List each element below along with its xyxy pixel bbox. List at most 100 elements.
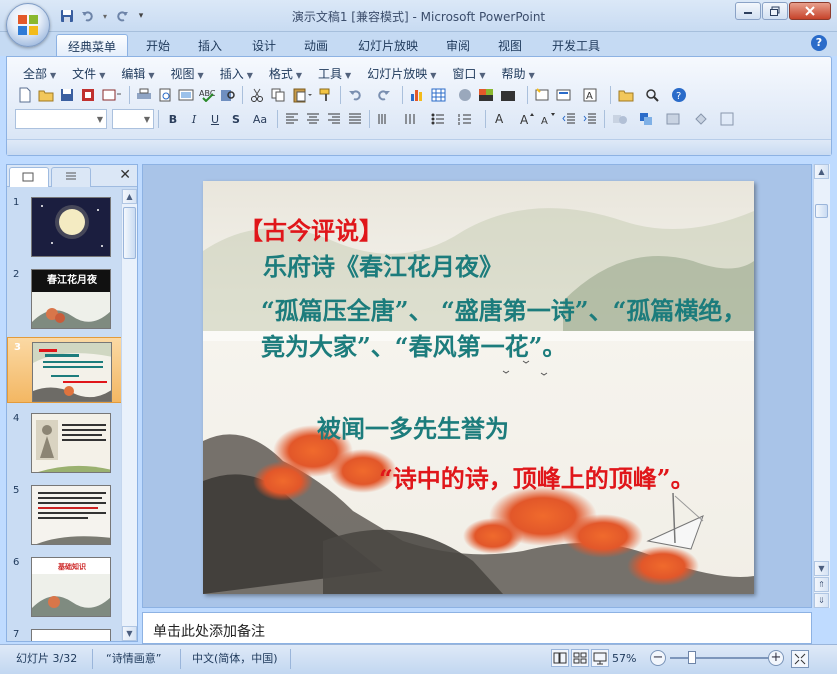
align-right-icon[interactable] <box>324 109 344 129</box>
tab-insert[interactable]: 插入 <box>188 34 232 56</box>
quick-styles-icon[interactable] <box>663 109 689 129</box>
email-icon[interactable] <box>99 85 125 105</box>
language-indicator[interactable]: 中文(简体，中国) <box>186 649 284 669</box>
redo-icon[interactable] <box>372 85 398 105</box>
decrease-indent-icon[interactable] <box>559 109 579 129</box>
paste-icon[interactable] <box>289 85 315 105</box>
scroll-up-icon[interactable]: ▲ <box>122 189 137 204</box>
research-icon[interactable] <box>218 85 238 105</box>
text-direction-icon[interactable] <box>374 109 400 129</box>
current-slide[interactable]: 【古今评说】 乐府诗《春江花月夜》 “孤篇压全唐”、 “盛唐第一诗”、“孤篇横绝… <box>203 181 754 594</box>
editor-scrollbar[interactable]: ▲ ▼ ⇑ ⇓ <box>813 164 830 608</box>
menu-all[interactable]: 全部 ▼ <box>15 63 64 84</box>
slide-quote[interactable]: “孤篇压全唐”、 “盛唐第一诗”、“孤篇横绝，竟为大家”、“春风第一花”。 <box>261 293 749 365</box>
previous-slide-icon[interactable]: ⇑ <box>814 577 829 592</box>
underline-button[interactable]: U <box>205 109 225 129</box>
align-center-icon[interactable] <box>303 109 323 129</box>
tab-home[interactable]: 开始 <box>136 34 180 56</box>
slides-pane-scrollbar[interactable]: ▲ ▼ <box>121 189 137 641</box>
shape-fill-icon[interactable] <box>690 109 716 129</box>
menu-file[interactable]: 文件 ▼ <box>64 63 113 84</box>
notes-pane[interactable]: 单击此处添加备注 <box>142 612 812 644</box>
fill-color-icon[interactable] <box>497 85 523 105</box>
menu-edit[interactable]: 编辑 ▼ <box>113 63 162 84</box>
outline-tab[interactable] <box>51 167 91 187</box>
slide-thumb-3[interactable]: 3 <box>7 337 123 403</box>
text-box-icon[interactable]: A <box>580 85 606 105</box>
slide-praise[interactable]: 被闻一多先生誉为 <box>317 409 509 444</box>
slide-thumb-1[interactable]: 1 <box>7 193 123 259</box>
menu-window[interactable]: 窗口 ▼ <box>444 63 493 84</box>
tab-animation[interactable]: 动画 <box>294 34 338 56</box>
scroll-thumb[interactable] <box>815 204 828 218</box>
scroll-up-icon[interactable]: ▲ <box>814 164 829 179</box>
slide-heading[interactable]: 【古今评说】 <box>239 211 383 246</box>
permission-icon[interactable] <box>78 85 98 105</box>
numbering-icon[interactable] <box>455 109 481 129</box>
menu-tools[interactable]: 工具 ▼ <box>310 63 359 84</box>
restore-button[interactable] <box>762 2 788 20</box>
office-button[interactable] <box>6 3 50 47</box>
print-preview-icon[interactable] <box>155 85 175 105</box>
tab-design[interactable]: 设计 <box>242 34 286 56</box>
spelling-icon[interactable]: ABC <box>197 85 217 105</box>
new-file-icon[interactable] <box>15 85 35 105</box>
text-shadow-button[interactable]: S <box>226 109 246 129</box>
bold-button[interactable]: B <box>163 109 183 129</box>
bullets-icon[interactable] <box>428 109 454 129</box>
align-left-icon[interactable] <box>282 109 302 129</box>
slide-subtitle[interactable]: 乐府诗《春江花月夜》 <box>263 247 503 282</box>
theme-name[interactable]: “诗情画意” <box>100 649 167 669</box>
zoom-slider[interactable] <box>670 657 770 659</box>
shape-outline-icon[interactable] <box>717 109 737 129</box>
normal-view-icon[interactable] <box>551 649 569 667</box>
help-circle-icon[interactable]: ? <box>669 85 689 105</box>
menu-help[interactable]: 帮助 ▼ <box>494 63 543 84</box>
slide-famous-quote[interactable]: “诗中的诗，顶峰上的顶峰”。 <box>379 459 695 494</box>
tab-developer[interactable]: 开发工具 <box>542 34 610 56</box>
insert-chart-icon[interactable] <box>407 85 427 105</box>
tab-classic-menu[interactable]: 经典菜单 <box>56 34 128 56</box>
color-grayscale-icon[interactable] <box>476 85 496 105</box>
slide-thumb-4[interactable]: 4 <box>7 409 123 475</box>
close-pane-icon[interactable]: ✕ <box>119 167 131 183</box>
tab-slideshow[interactable]: 幻灯片放映 <box>348 34 428 56</box>
menu-slideshow[interactable]: 幻灯片放映 ▼ <box>359 63 444 84</box>
slide-thumb-5[interactable]: 5 <box>7 481 123 547</box>
change-case-button[interactable]: Aa <box>247 109 273 129</box>
zoom-in-icon[interactable]: + <box>768 650 784 666</box>
close-button[interactable] <box>789 2 831 20</box>
arrange-icon[interactable] <box>636 109 662 129</box>
justify-icon[interactable] <box>345 109 365 129</box>
copy-icon[interactable] <box>268 85 288 105</box>
increase-font-icon[interactable]: A <box>517 109 537 129</box>
clipart-icon[interactable] <box>455 85 475 105</box>
zoom-percentage[interactable]: 57% <box>612 649 636 669</box>
scroll-down-icon[interactable]: ▼ <box>814 561 829 576</box>
slide-thumb-7[interactable]: 7 <box>7 625 123 641</box>
cut-icon[interactable] <box>247 85 267 105</box>
font-name-combo[interactable]: ▼ <box>15 109 107 129</box>
undo-icon[interactable] <box>345 85 371 105</box>
open-folder-icon[interactable] <box>36 85 56 105</box>
next-slide-icon[interactable]: ⇓ <box>814 593 829 608</box>
align-text-icon[interactable] <box>401 109 427 129</box>
slides-tab[interactable] <box>9 167 49 187</box>
menu-view[interactable]: 视图 ▼ <box>163 63 212 84</box>
increase-indent-icon[interactable] <box>580 109 600 129</box>
slide-view-icon[interactable] <box>176 85 196 105</box>
help-icon[interactable]: ? <box>811 35 827 51</box>
layout-icon[interactable] <box>553 85 579 105</box>
scroll-down-icon[interactable]: ▼ <box>122 626 137 641</box>
font-size-combo[interactable]: ▼ <box>112 109 154 129</box>
slideshow-view-icon[interactable] <box>591 649 609 667</box>
slide-thumb-2[interactable]: 2 春江花月夜 <box>7 265 123 331</box>
format-painter-icon[interactable] <box>316 85 336 105</box>
slide-sorter-icon[interactable] <box>571 649 589 667</box>
menu-insert[interactable]: 插入 ▼ <box>212 63 261 84</box>
font-color-icon[interactable]: A <box>490 109 516 129</box>
minimize-button[interactable] <box>735 2 761 20</box>
tab-view[interactable]: 视图 <box>488 34 532 56</box>
tab-review[interactable]: 审阅 <box>436 34 480 56</box>
zoom-out-icon[interactable]: − <box>650 650 666 666</box>
